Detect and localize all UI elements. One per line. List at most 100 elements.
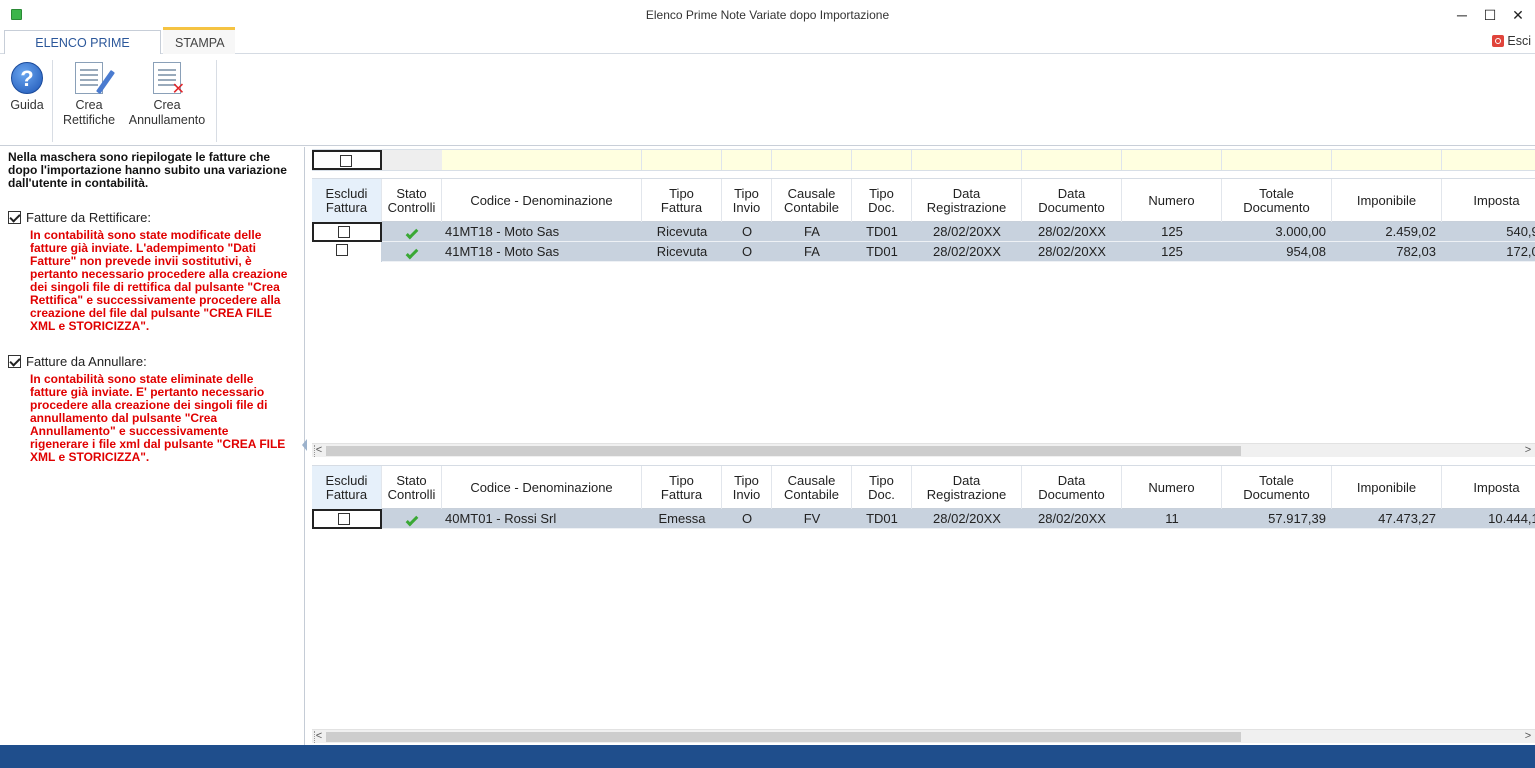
escludi-cell[interactable] — [312, 509, 382, 529]
grid-rettifiche: Escludi Fattura Stato Controlli Codice - Den… — [312, 178, 1535, 458]
column-header-totale[interactable]: Totale Documento — [1222, 466, 1332, 510]
tab-stampa[interactable]: STAMPA — [163, 27, 235, 54]
column-header-escludi[interactable]: Escludi Fattura — [312, 179, 382, 223]
filter-row[interactable] — [312, 149, 1535, 171]
filter-escludi-cell[interactable] — [312, 150, 382, 170]
table-row[interactable]: 40MT01 - Rossi Srl Emessa O FV TD01 28/02/20X… — [312, 509, 1535, 529]
horizontal-scrollbar[interactable]: < > — [312, 729, 1535, 743]
scrollbar-thumb[interactable] — [326, 446, 1241, 456]
column-header-stato[interactable]: Stato Controlli — [382, 179, 442, 223]
column-header-causale[interactable]: Causale Contabile — [772, 179, 852, 223]
fatture-annullare-option[interactable]: Fatture da Annullare: — [8, 354, 304, 369]
help-button[interactable]: ? Guida — [6, 60, 48, 113]
column-header-label: Escludi — [325, 473, 368, 488]
column-header-escludi[interactable]: Escludi Fattura — [312, 466, 382, 510]
column-header-data-documento[interactable]: Data Documento — [1022, 466, 1122, 510]
crea-annullamento-label-2: Annullamento — [128, 113, 206, 127]
column-header-tipo-doc[interactable]: Tipo Doc. — [852, 466, 912, 510]
scroll-right-icon[interactable]: > — [1521, 730, 1535, 744]
filter-cell-tipo-doc[interactable] — [852, 150, 912, 170]
column-header-imponibile[interactable]: Imponibile — [1332, 179, 1442, 223]
filter-cell-numero[interactable] — [1122, 150, 1222, 170]
column-header-tipo-doc[interactable]: Tipo Doc. — [852, 179, 912, 223]
column-header-label: Tipo — [734, 473, 759, 488]
column-header-label: Causale — [787, 186, 836, 201]
column-header-data-registrazione[interactable]: Data Registrazione — [912, 179, 1022, 223]
cell-numero: 11 — [1165, 511, 1179, 526]
column-header-label: Stato — [396, 186, 427, 201]
close-button[interactable]: ✕ — [1503, 4, 1533, 26]
exit-button[interactable]: Esci — [1492, 34, 1531, 48]
cell-imponibile: 782,03 — [1396, 244, 1436, 259]
filter-cell-imposta[interactable] — [1442, 150, 1535, 170]
scroll-left-icon[interactable]: < — [312, 730, 326, 744]
crea-annullamento-button[interactable]: ✕ Crea Annullamento — [122, 60, 212, 128]
scroll-left-icon[interactable]: < — [312, 444, 326, 458]
column-header-tipo-fattura[interactable]: Tipo Fattura — [642, 466, 722, 510]
column-header-numero[interactable]: Numero — [1122, 466, 1222, 510]
title-bar: Elenco Prime Note Variate dopo Importazi… — [0, 0, 1535, 30]
filter-cell-data-registrazione[interactable] — [912, 150, 1022, 170]
escludi-cell[interactable] — [312, 222, 382, 242]
cell-data-registrazione: 28/02/20XX — [933, 511, 1001, 526]
column-header-label: Fattura — [325, 200, 368, 215]
column-header-label: Codice - Denominazione — [470, 193, 613, 208]
horizontal-scrollbar[interactable]: < > — [312, 443, 1535, 457]
escludi-checkbox[interactable] — [338, 226, 350, 238]
column-header-numero[interactable]: Numero — [1122, 179, 1222, 223]
column-header-tipo-invio[interactable]: Tipo Invio — [722, 466, 772, 510]
column-header-tipo-invio[interactable]: Tipo Invio — [722, 179, 772, 223]
column-header-label: Totale — [1259, 473, 1294, 488]
scroll-right-icon[interactable]: > — [1521, 444, 1535, 458]
column-header-label: Codice - Denominazione — [470, 480, 613, 495]
filter-cell-data-documento[interactable] — [1022, 150, 1122, 170]
column-header-codice[interactable]: Codice - Denominazione — [442, 466, 642, 510]
column-header-totale[interactable]: Totale Documento — [1222, 179, 1332, 223]
column-header-imposta[interactable]: Imposta — [1442, 466, 1535, 510]
column-header-data-registrazione[interactable]: Data Registrazione — [912, 466, 1022, 510]
escludi-checkbox[interactable] — [338, 513, 350, 525]
column-header-causale[interactable]: Causale Contabile — [772, 466, 852, 510]
cell-codice: 40MT01 - Rossi Srl — [445, 511, 557, 526]
filter-escludi-checkbox[interactable] — [340, 155, 352, 167]
cell-totale: 57.917,39 — [1268, 511, 1326, 526]
column-header-codice[interactable]: Codice - Denominazione — [442, 179, 642, 223]
tab-elenco-prime-note[interactable]: ELENCO PRIME NOTE — [4, 30, 161, 74]
filter-cell-totale[interactable] — [1222, 150, 1332, 170]
cell-tipo-doc: TD01 — [866, 511, 898, 526]
column-header-label: Stato — [396, 473, 427, 488]
column-header-label: Data — [952, 186, 981, 201]
column-header-imposta[interactable]: Imposta — [1442, 179, 1535, 223]
filter-cell-imponibile[interactable] — [1332, 150, 1442, 170]
scrollbar-thumb[interactable] — [326, 732, 1241, 742]
escludi-checkbox[interactable] — [336, 244, 348, 256]
filter-cell-codice[interactable] — [442, 150, 642, 170]
cell-tipo-doc: TD01 — [866, 224, 898, 239]
column-header-imponibile[interactable]: Imponibile — [1332, 466, 1442, 510]
table-row[interactable]: 41MT18 - Moto Sas Ricevuta O FA TD01 28/02/20… — [312, 242, 1535, 262]
panel-splitter-handle[interactable] — [301, 433, 309, 457]
column-header-label: Documento — [1243, 200, 1310, 215]
stato-controlli-cell — [382, 509, 442, 529]
filter-cell-tipo-fattura[interactable] — [642, 150, 722, 170]
table-row[interactable]: 41MT18 - Moto Sas Ricevuta O FA TD01 28/02/20… — [312, 222, 1535, 242]
cell-tipo-invio: O — [741, 224, 753, 239]
exit-label: Esci — [1507, 34, 1531, 48]
fatture-annullare-checkbox[interactable] — [8, 355, 21, 368]
filter-cell-tipo-invio[interactable] — [722, 150, 772, 170]
fatture-rettificare-option[interactable]: Fatture da Rettificare: — [8, 210, 304, 225]
minimize-button[interactable]: ─ — [1447, 4, 1477, 26]
stato-controlli-cell — [382, 222, 442, 242]
fatture-rettificare-checkbox[interactable] — [8, 211, 21, 224]
cell-causale: FA — [804, 224, 820, 239]
column-header-stato[interactable]: Stato Controlli — [382, 466, 442, 510]
maximize-button[interactable]: ☐ — [1475, 4, 1505, 26]
check-ok-icon — [405, 226, 419, 240]
escludi-cell[interactable] — [312, 242, 382, 262]
column-header-label: Documento — [1038, 200, 1105, 215]
column-header-label: Contabile — [784, 487, 839, 502]
column-header-tipo-fattura[interactable]: Tipo Fattura — [642, 179, 722, 223]
column-header-data-documento[interactable]: Data Documento — [1022, 179, 1122, 223]
crea-rettifiche-button[interactable]: Crea Rettifiche — [58, 60, 120, 128]
filter-cell-causale[interactable] — [772, 150, 852, 170]
